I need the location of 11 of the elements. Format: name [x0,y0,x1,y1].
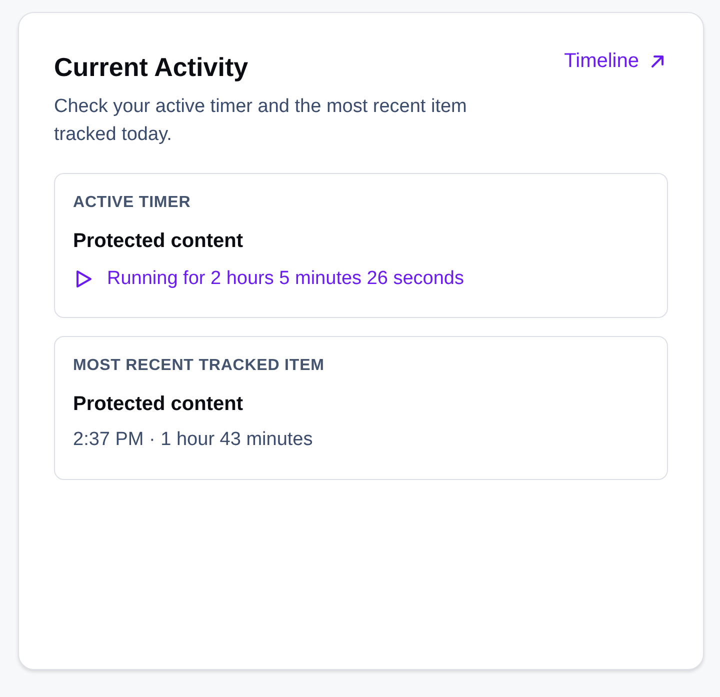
card-label: MOST RECENT TRACKED ITEM [73,356,326,376]
timer-status: Running for 2 hours 5 minutes 26 seconds [107,267,464,291]
arrow-up-right-icon [651,54,664,68]
card-label: ACTIVE TIMER [73,193,192,213]
panel-title: Current Activity [54,51,248,83]
card-title: Protected content [73,392,244,416]
item-time-duration: 2:37 PM · 1 hour 43 minutes [73,429,313,450]
card-title: Protected content [73,229,244,253]
panel-description: Check your active timer and the most recent item tracked today. [54,95,468,147]
timeline-link[interactable]: Timeline [564,49,668,73]
play-icon [76,270,92,288]
